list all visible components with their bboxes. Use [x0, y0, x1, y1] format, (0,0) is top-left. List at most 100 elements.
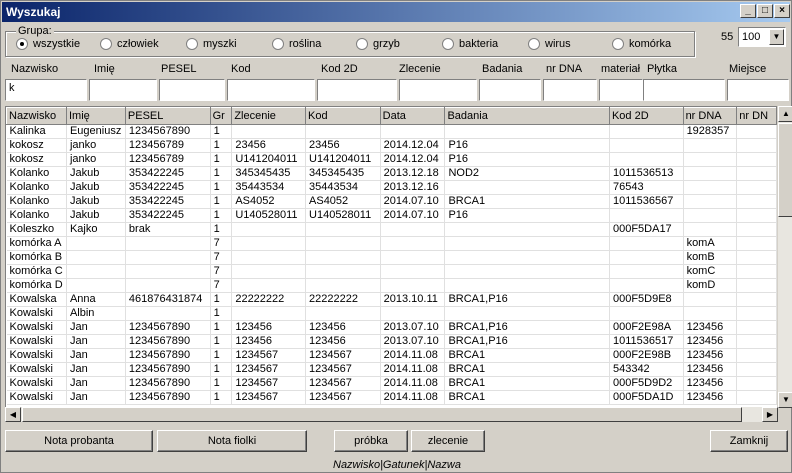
table-cell: Kalinka	[6, 124, 67, 139]
column-header[interactable]: nr DN	[736, 107, 777, 125]
table-cell	[66, 236, 126, 251]
table-row[interactable]: komórka A 7 komA	[6, 236, 777, 251]
horizontal-scroll-thumb[interactable]	[22, 407, 742, 422]
nota-probanta-button[interactable]: Nota probanta	[5, 430, 153, 452]
table-cell	[305, 236, 381, 251]
filter-input-9[interactable]	[643, 79, 725, 101]
scroll-up-icon[interactable]: ▲	[778, 106, 792, 122]
minimize-button[interactable]: _	[740, 4, 756, 18]
group-filter: Grupa: wszystkie człowiek myszki roślina grz…	[5, 25, 695, 57]
filter-input-7[interactable]	[543, 79, 597, 101]
table-cell	[380, 306, 446, 321]
radio-dot-icon[interactable]	[272, 38, 284, 51]
filter-input-0[interactable]: k	[5, 79, 87, 101]
table-row[interactable]: komórka C 7 komC	[6, 264, 777, 279]
table-row[interactable]: Kowalska Anna 461876431874 1 22222222 2222222…	[6, 292, 777, 307]
table-cell	[736, 320, 777, 335]
table-cell: BRCA1	[444, 348, 610, 363]
table-cell	[125, 278, 211, 293]
table-cell: 1234567890	[125, 124, 211, 139]
table-cell: AS4052	[231, 194, 307, 209]
table-cell: janko	[66, 152, 126, 167]
radio-4[interactable]: grzyb	[356, 38, 400, 52]
radio-3[interactable]: roślina	[272, 38, 321, 52]
table-row[interactable]: Kowalski Albin 1	[6, 306, 777, 321]
filter-input-5[interactable]	[399, 79, 477, 101]
vertical-scrollbar[interactable]: ▲ ▼	[777, 106, 792, 408]
column-header[interactable]: PESEL	[124, 107, 211, 125]
radio-dot-icon[interactable]	[16, 38, 28, 51]
table-cell: 1	[210, 222, 233, 237]
table-row[interactable]: komórka B 7 komB	[6, 250, 777, 265]
table-row[interactable]: Kolanko Jakub 353422245 1 35443534 35443534 20…	[6, 180, 777, 195]
table-row[interactable]: kokosz janko 123456789 1 U141204011 U14120401…	[6, 152, 777, 167]
column-header[interactable]: Gr	[209, 107, 233, 125]
table-row[interactable]: Kowalski Jan 1234567890 1 1234567 1234567 2014…	[6, 362, 777, 377]
table-row[interactable]: Kowalski Jan 1234567890 1 1234567 1234567 2014…	[6, 376, 777, 391]
radio-dot-icon[interactable]	[442, 38, 454, 51]
table-cell: Anna	[66, 292, 126, 307]
table-cell: 1	[210, 180, 233, 195]
filter-input-8[interactable]	[599, 79, 643, 101]
radio-2[interactable]: myszki	[186, 38, 237, 52]
chevron-down-icon[interactable]: ▼	[769, 29, 784, 45]
column-header[interactable]: Badania	[444, 107, 610, 125]
radio-6[interactable]: wirus	[528, 38, 571, 52]
filter-input-3[interactable]	[227, 79, 315, 101]
filter-input-6[interactable]	[479, 79, 541, 101]
vertical-scroll-thumb[interactable]	[778, 123, 792, 217]
table-row[interactable]: Kolanko Jakub 353422245 1 AS4052 AS4052 2014.0…	[6, 194, 777, 209]
table-row[interactable]: Kowalski Jan 1234567890 1 123456 123456 2013.0…	[6, 320, 777, 335]
table-cell: komórka B	[6, 250, 67, 265]
column-header[interactable]: Zlecenie	[231, 107, 307, 125]
column-header[interactable]: Nazwisko	[6, 107, 67, 125]
table-row[interactable]: Kowalski Jan 1234567890 1 1234567 1234567 2014…	[6, 348, 777, 363]
column-header[interactable]: Imię	[65, 107, 126, 125]
radio-dot-icon[interactable]	[100, 38, 112, 51]
horizontal-scrollbar[interactable]: ◀ ▶	[5, 407, 778, 422]
filter-input-1[interactable]	[89, 79, 157, 101]
radio-0[interactable]: wszystkie	[16, 38, 80, 52]
table-row[interactable]: Kowalski Jan 1234567890 1 123456 123456 2013.0…	[6, 334, 777, 349]
radio-dot-icon[interactable]	[356, 38, 368, 51]
radio-7[interactable]: komórka	[612, 38, 671, 52]
radio-5[interactable]: bakteria	[442, 38, 498, 52]
scroll-down-icon[interactable]: ▼	[778, 392, 792, 408]
table-row[interactable]: Kalinka Eugeniusz 1234567890 1 1928357	[6, 124, 777, 139]
probka-button[interactable]: próbka	[334, 430, 408, 452]
table-row[interactable]: Kolanko Jakub 353422245 1 U140528011 U1405280…	[6, 208, 777, 223]
table-cell: 2014.12.04	[380, 138, 446, 153]
filter-input-2[interactable]	[159, 79, 225, 101]
nota-fiolki-button[interactable]: Nota fiolki	[157, 430, 307, 452]
filter-input-4[interactable]	[317, 79, 397, 101]
table-row[interactable]: kokosz janko 123456789 1 23456 23456 2014.12.0…	[6, 138, 777, 153]
zlecenie-button[interactable]: zlecenie	[411, 430, 485, 452]
maximize-button[interactable]: □	[757, 4, 773, 18]
limit-select[interactable]: 100 ▼	[738, 27, 786, 47]
table-cell: 1234567	[231, 376, 307, 391]
column-header[interactable]: nr DNA	[682, 107, 738, 125]
radio-1[interactable]: człowiek	[100, 38, 159, 52]
table-cell	[444, 222, 610, 237]
zamknij-button[interactable]: Zamknij	[710, 430, 788, 452]
table-row[interactable]: Kowalski Jan 1234567890 1 1234567 1234567 2014…	[6, 390, 777, 405]
scroll-left-icon[interactable]: ◀	[5, 407, 21, 422]
column-header[interactable]: Kod	[305, 107, 381, 125]
table-row[interactable]: Koleszko Kajko brak 1 000F5DA17	[6, 222, 777, 237]
radio-dot-icon[interactable]	[186, 38, 198, 51]
table-cell: 000F2E98B	[609, 348, 684, 363]
radio-dot-icon[interactable]	[528, 38, 540, 51]
table-cell: 7	[210, 250, 233, 265]
table-cell: Kowalski	[6, 334, 67, 349]
scroll-right-icon[interactable]: ▶	[762, 407, 778, 422]
column-header[interactable]: Kod 2D	[608, 107, 684, 125]
filter-input-10[interactable]	[727, 79, 789, 101]
column-header[interactable]: Data	[379, 107, 446, 125]
limit-select-value: 100	[742, 31, 761, 43]
radio-label: wirus	[545, 38, 571, 51]
table-cell: 35443534	[231, 180, 307, 195]
table-row[interactable]: Kolanko Jakub 353422245 1 345345435 345345435…	[6, 166, 777, 181]
close-button[interactable]: ×	[774, 4, 790, 18]
radio-dot-icon[interactable]	[612, 38, 624, 51]
table-row[interactable]: komórka D 7 komD	[6, 278, 777, 293]
